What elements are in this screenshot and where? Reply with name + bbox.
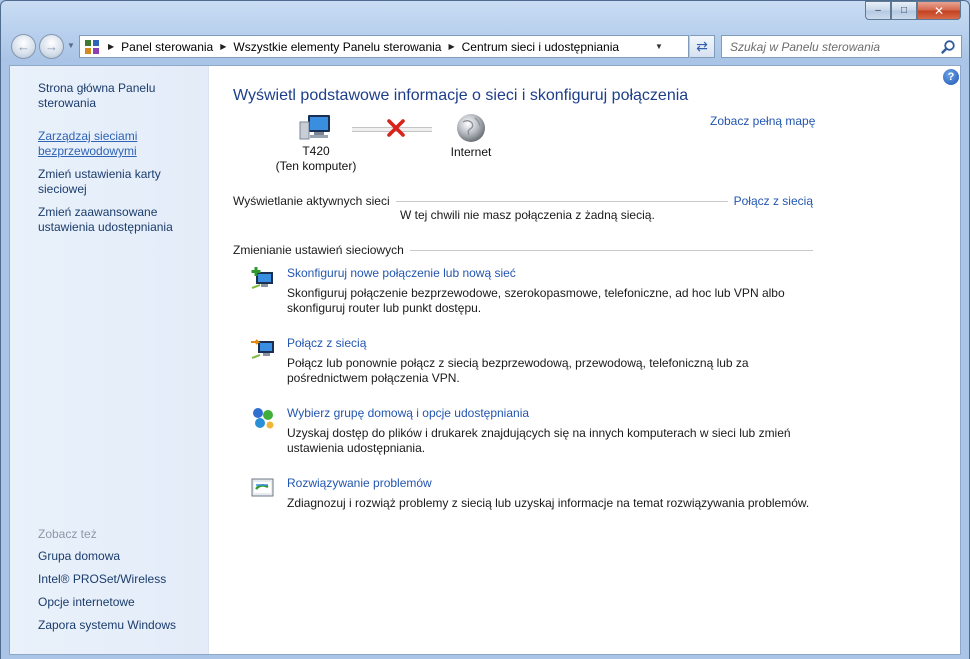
sidebar-manage-wireless[interactable]: Zarządzaj sieciami bezprzewodowymi <box>38 129 203 159</box>
forward-arrow-icon: → <box>45 39 58 54</box>
sidebar-control-panel-home[interactable]: Strona główna Panelu sterowania <box>38 81 203 111</box>
see-also-windows-firewall[interactable]: Zapora systemu Windows <box>38 618 203 633</box>
task-desc-troubleshoot: Zdiagnozuj i rozwiąż problemy z siecią l… <box>287 496 810 510</box>
full-map-link[interactable]: Zobacz pełną mapę <box>710 114 815 128</box>
task-title-new-connection[interactable]: Skonfiguruj nowe połączenie lub nową sie… <box>287 266 516 280</box>
task-desc-homegroup: Uzyskaj dostęp do plików i drukarek znaj… <box>287 426 791 455</box>
content-area: Strona główna Panelu sterowania Zarządza… <box>9 65 961 655</box>
maximize-button[interactable]: □ <box>891 1 917 20</box>
task-pane: Strona główna Panelu sterowania Zarządza… <box>10 66 209 654</box>
refresh-button[interactable]: ⇄ <box>690 35 715 58</box>
explorer-window: ‒ □ ✕ ← → ▼ ▶ Panel sterowania ▶ Wszystk… <box>0 0 970 659</box>
computer-node[interactable]: T420 (Ten komputer) <box>266 114 366 174</box>
see-also-heading: Zobacz też <box>38 527 97 541</box>
computer-icon <box>299 115 330 140</box>
sidebar-adapter-settings[interactable]: Zmień ustawienia karty sieciowej <box>38 167 203 197</box>
forward-button[interactable]: → <box>39 34 64 59</box>
breadcrumb-separator-icon[interactable]: ▶ <box>108 42 114 51</box>
back-arrow-icon: ← <box>17 39 30 54</box>
connect-network-icon <box>251 339 274 359</box>
globe-icon <box>457 114 485 142</box>
breadcrumb-separator-icon[interactable]: ▶ <box>448 42 454 51</box>
see-also-homegroup[interactable]: Grupa domowa <box>38 549 203 564</box>
navigation-toolbar: ← → ▼ ▶ Panel sterowania ▶ Wszystkie ele… <box>1 31 969 65</box>
breadcrumb-control-panel[interactable]: Panel sterowania <box>121 40 213 54</box>
search-box[interactable] <box>721 35 962 58</box>
section-divider <box>395 200 728 202</box>
homegroup-icon <box>253 408 274 429</box>
disconnected-x-icon[interactable] <box>386 118 406 138</box>
task-title-connect-network[interactable]: Połącz z siecią <box>287 336 366 350</box>
change-settings-label: Zmienianie ustawień sieciowych <box>233 243 404 257</box>
address-dropdown-icon[interactable]: ▼ <box>650 36 668 57</box>
breadcrumb-network-center[interactable]: Centrum sieci i udostępniania <box>462 40 619 54</box>
see-also-intel-proset[interactable]: Intel® PROSet/Wireless <box>38 572 203 587</box>
computer-subtitle: (Ten komputer) <box>275 159 357 173</box>
computer-name: T420 <box>302 144 330 158</box>
caption-buttons: ‒ □ ✕ <box>865 1 961 21</box>
minimize-button[interactable]: ‒ <box>865 1 891 20</box>
control-panel-icon <box>85 39 99 54</box>
refresh-icon: ⇄ <box>696 38 708 54</box>
breadcrumb-separator-icon[interactable]: ▶ <box>220 42 226 51</box>
back-button[interactable]: ← <box>11 34 36 59</box>
window-bottom-border <box>1 655 969 659</box>
recent-pages-chevron-icon[interactable]: ▼ <box>67 41 75 50</box>
page-title: Wyświetl podstawowe informacje o sieci i… <box>233 87 689 104</box>
new-connection-icon <box>251 267 273 289</box>
internet-label: Internet <box>450 145 492 159</box>
task-desc-connect-network: Połącz lub ponownie połącz z siecią bezp… <box>287 356 749 385</box>
no-connection-message: W tej chwili nie masz połączenia z żadną… <box>400 208 655 222</box>
main-pane: ? Wyświetl podstawowe informacje o sieci… <box>210 66 960 654</box>
see-also-internet-options[interactable]: Opcje internetowe <box>38 595 203 610</box>
task-desc-new-connection: Skonfiguruj połączenie bezprzewodowe, sz… <box>287 286 785 315</box>
task-title-troubleshoot[interactable]: Rozwiązywanie problemów <box>287 476 432 490</box>
connect-network-link[interactable]: Połącz z siecią <box>734 194 813 208</box>
active-networks-header: Wyświetlanie aktywnych sieci Połącz z si… <box>233 193 813 209</box>
search-input[interactable] <box>722 39 932 54</box>
address-bar[interactable]: ▶ Panel sterowania ▶ Wszystkie elementy … <box>79 35 689 58</box>
help-icon[interactable]: ? <box>943 69 959 85</box>
task-title-homegroup[interactable]: Wybierz grupę domową i opcje udostępnian… <box>287 406 529 420</box>
troubleshoot-icon <box>251 478 274 497</box>
sidebar-advanced-sharing[interactable]: Zmień zaawansowane ustawienia udostępnia… <box>38 205 203 235</box>
section-divider <box>409 249 813 251</box>
internet-node[interactable]: Internet <box>431 112 511 160</box>
search-icon[interactable] <box>940 39 956 55</box>
active-networks-label: Wyświetlanie aktywnych sieci <box>233 194 390 208</box>
close-button[interactable]: ✕ <box>917 1 961 20</box>
breadcrumb-all-items[interactable]: Wszystkie elementy Panelu sterowania <box>233 40 441 54</box>
change-settings-header: Zmienianie ustawień sieciowych <box>233 242 813 258</box>
